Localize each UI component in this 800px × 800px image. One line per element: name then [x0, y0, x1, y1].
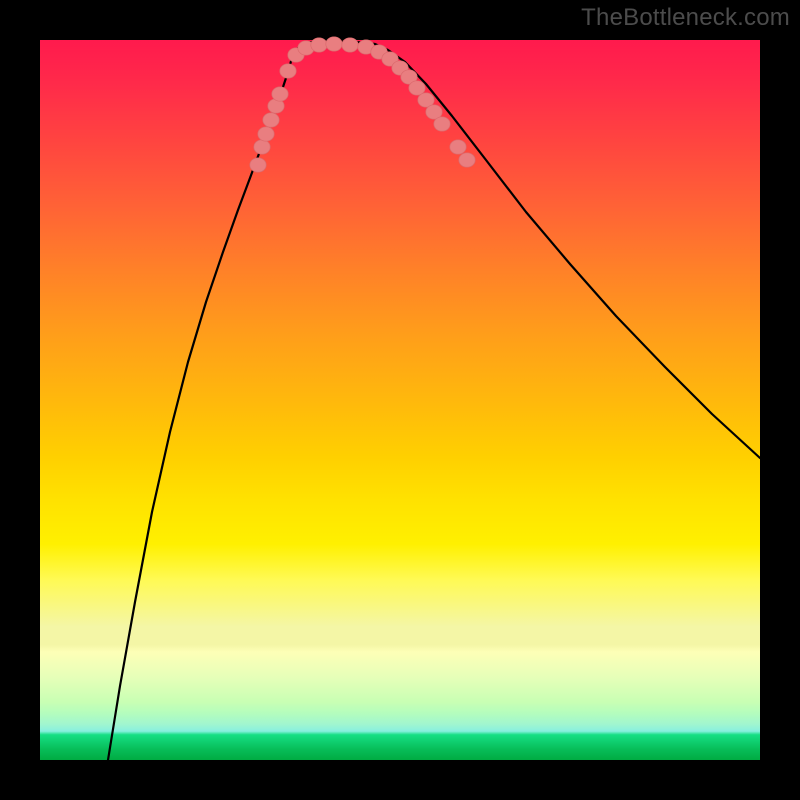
marker-left-cluster-f: [280, 64, 296, 78]
marker-valley-d: [326, 37, 342, 51]
marker-left-cluster-c: [263, 113, 279, 127]
curves-svg: [40, 40, 760, 760]
marker-valley-e: [342, 38, 358, 52]
marker-left-cluster-b: [258, 127, 274, 141]
watermark-label: TheBottleneck.com: [581, 4, 790, 32]
marker-left-cluster-e: [272, 87, 288, 101]
marker-right-cluster-h: [434, 117, 450, 131]
plot-area: [40, 40, 760, 760]
marker-right-cluster-top: [450, 140, 466, 154]
marker-left-cluster-top: [250, 158, 266, 172]
chart-root: TheBottleneck.com: [0, 0, 800, 800]
marker-right-cluster-top2: [459, 153, 475, 167]
marker-valley-c: [311, 38, 327, 52]
bottleneck-curve: [108, 41, 760, 760]
marker-left-cluster-a: [254, 140, 270, 154]
